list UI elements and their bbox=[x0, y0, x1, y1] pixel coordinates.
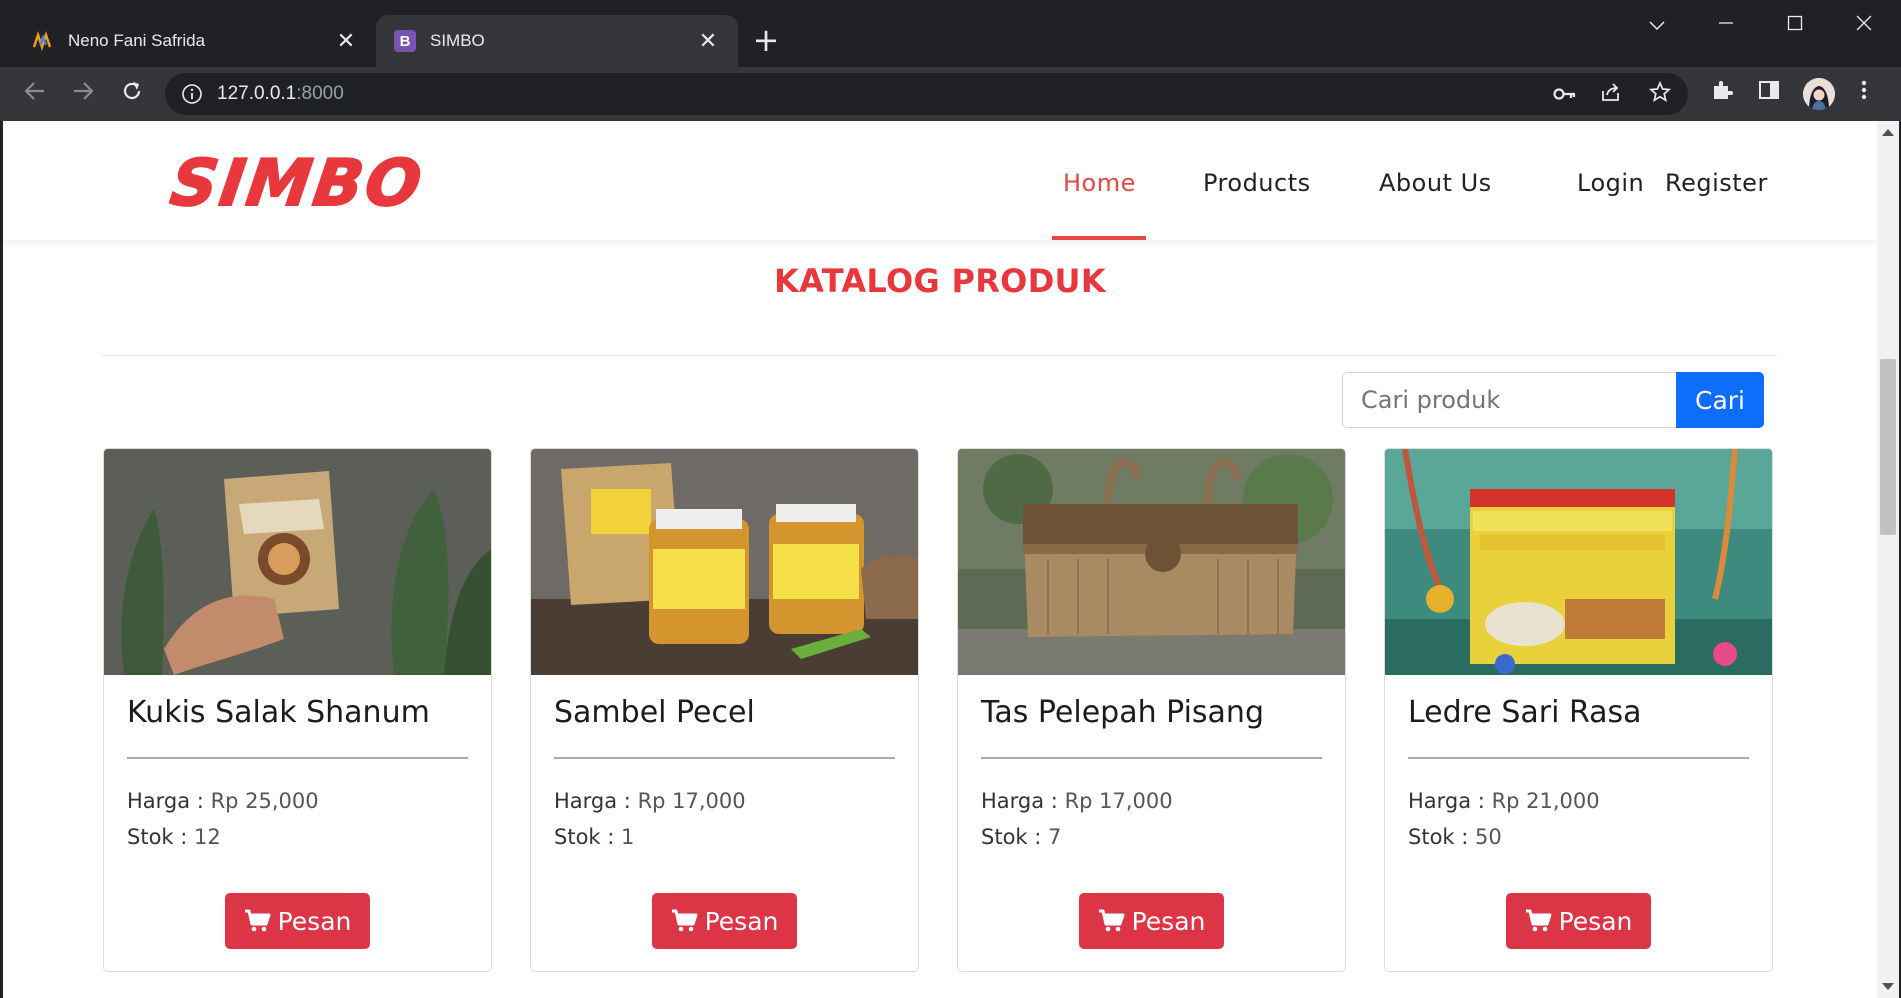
order-button[interactable]: Pesan bbox=[225, 893, 370, 949]
shopping-cart-icon bbox=[671, 909, 698, 932]
browser-tab-active[interactable]: B SIMBO ✕ bbox=[376, 15, 738, 67]
product-image-ledre-sari-rasa[interactable] bbox=[1385, 449, 1772, 675]
card-divider bbox=[127, 757, 468, 759]
order-button[interactable]: Pesan bbox=[1079, 893, 1224, 949]
product-stock: Stok : 12 bbox=[127, 825, 221, 849]
shopping-cart-icon bbox=[1525, 909, 1552, 932]
bookmark-star-icon[interactable] bbox=[1647, 80, 1673, 107]
product-image-sambel-pecel[interactable] bbox=[531, 449, 918, 675]
site-info-icon[interactable] bbox=[181, 83, 203, 105]
menu-kebab-icon[interactable] bbox=[1849, 79, 1879, 109]
product-card: Tas Pelepah Pisang Harga : Rp 17,000 Sto… bbox=[957, 448, 1346, 972]
page-scrollbar[interactable] bbox=[1877, 121, 1899, 998]
site-navbar: SIMBO Home Products About Us Login Regis… bbox=[3, 121, 1877, 240]
product-stock: Stok : 1 bbox=[554, 825, 635, 849]
nav-about-us[interactable]: About Us bbox=[1379, 169, 1492, 197]
nav-register[interactable]: Register bbox=[1665, 169, 1768, 197]
divider bbox=[102, 355, 1777, 356]
browser-tab-inactive[interactable]: Neno Fani Safrida ✕ bbox=[14, 15, 376, 67]
product-price: Harga : Rp 17,000 bbox=[554, 789, 746, 813]
card-divider bbox=[554, 757, 895, 759]
scroll-up-icon[interactable] bbox=[1882, 129, 1894, 136]
scroll-down-icon[interactable] bbox=[1882, 983, 1894, 990]
product-name: Tas Pelepah Pisang bbox=[981, 695, 1264, 730]
card-divider bbox=[1408, 757, 1749, 759]
window-close-icon[interactable] bbox=[1840, 8, 1888, 40]
reload-icon[interactable] bbox=[117, 79, 147, 109]
scrollbar-thumb[interactable] bbox=[1880, 359, 1896, 535]
maximize-icon[interactable] bbox=[1771, 8, 1819, 40]
tab-title: Neno Fani Safrida bbox=[68, 31, 206, 50]
product-price: Harga : Rp 21,000 bbox=[1408, 789, 1600, 813]
tab-title: SIMBO bbox=[430, 31, 485, 50]
url-text: 127.0.0.1:8000 bbox=[217, 83, 344, 104]
tab-close-icon[interactable]: ✕ bbox=[696, 28, 720, 54]
tab-close-icon[interactable]: ✕ bbox=[334, 28, 358, 54]
nav-home[interactable]: Home bbox=[1063, 169, 1136, 197]
share-icon[interactable] bbox=[1598, 81, 1624, 107]
tab-search-chevron-icon[interactable] bbox=[1633, 8, 1681, 40]
nav-products[interactable]: Products bbox=[1203, 169, 1311, 197]
order-button-label: Pesan bbox=[704, 906, 779, 936]
bootstrap-favicon-icon: B bbox=[394, 30, 416, 52]
svg-text:SIMBO: SIMBO bbox=[166, 151, 428, 215]
browser-toolbar: 127.0.0.1:8000 bbox=[0, 67, 1901, 121]
nav-active-indicator bbox=[1052, 236, 1146, 240]
profile-avatar[interactable] bbox=[1803, 78, 1835, 110]
back-arrow-icon[interactable] bbox=[20, 79, 50, 109]
product-stock: Stok : 7 bbox=[981, 825, 1062, 849]
product-price: Harga : Rp 17,000 bbox=[981, 789, 1173, 813]
browser-tabstrip: Neno Fani Safrida ✕ B SIMBO ✕ + bbox=[0, 0, 1901, 67]
order-button-label: Pesan bbox=[1131, 906, 1206, 936]
product-card: Ledre Sari Rasa Harga : Rp 21,000 Stok :… bbox=[1384, 448, 1773, 972]
product-stock: Stok : 50 bbox=[1408, 825, 1502, 849]
product-price: Harga : Rp 25,000 bbox=[127, 789, 319, 813]
password-key-icon[interactable] bbox=[1552, 81, 1578, 107]
page-title: KATALOG PRODUK bbox=[774, 262, 1106, 300]
tab-favicon-icon bbox=[32, 30, 54, 52]
product-name: Sambel Pecel bbox=[554, 695, 755, 730]
order-button-label: Pesan bbox=[1558, 906, 1633, 936]
product-image-kukis-salak[interactable] bbox=[104, 449, 491, 675]
search-button[interactable]: Cari bbox=[1676, 372, 1764, 428]
order-button[interactable]: Pesan bbox=[652, 893, 797, 949]
card-divider bbox=[981, 757, 1322, 759]
product-image-tas-pelepah[interactable] bbox=[958, 449, 1345, 675]
new-tab-button[interactable]: + bbox=[752, 22, 780, 58]
nav-login[interactable]: Login bbox=[1577, 169, 1644, 197]
product-name: Kukis Salak Shanum bbox=[127, 695, 430, 730]
product-card: Sambel Pecel Harga : Rp 17,000 Stok : 1 … bbox=[530, 448, 919, 972]
order-button-label: Pesan bbox=[277, 906, 352, 936]
minimize-icon[interactable] bbox=[1702, 8, 1750, 40]
shopping-cart-icon bbox=[244, 909, 271, 932]
shopping-cart-icon bbox=[1098, 909, 1125, 932]
search-input[interactable] bbox=[1342, 372, 1677, 428]
address-bar[interactable]: 127.0.0.1:8000 bbox=[165, 73, 1688, 115]
forward-arrow-icon[interactable] bbox=[68, 79, 98, 109]
simbo-logo[interactable]: SIMBO bbox=[143, 151, 449, 215]
product-card: Kukis Salak Shanum Harga : Rp 25,000 Sto… bbox=[103, 448, 492, 972]
side-panel-icon[interactable] bbox=[1754, 79, 1784, 109]
page-viewport: SIMBO Home Products About Us Login Regis… bbox=[3, 121, 1877, 998]
extensions-puzzle-icon[interactable] bbox=[1707, 79, 1737, 109]
order-button[interactable]: Pesan bbox=[1506, 893, 1651, 949]
product-name: Ledre Sari Rasa bbox=[1408, 695, 1642, 730]
